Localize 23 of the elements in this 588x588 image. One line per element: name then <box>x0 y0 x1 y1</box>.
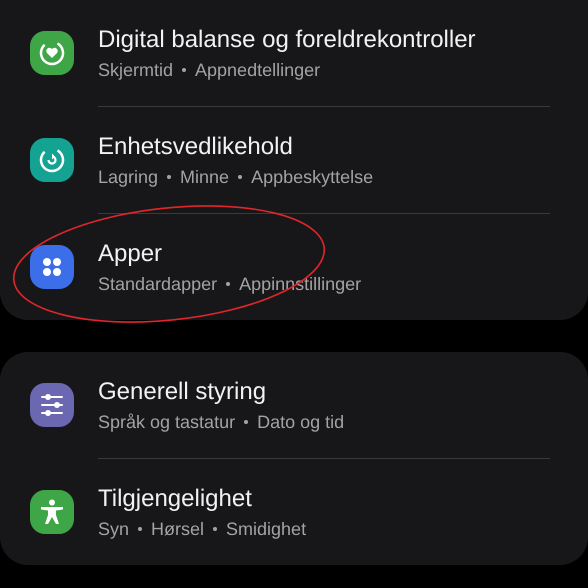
separator-dot <box>182 68 186 72</box>
setting-subtitle: Appnedtellinger <box>195 60 320 80</box>
separator-dot <box>238 175 242 179</box>
setting-title[interactable]: Enhetsvedlikehold <box>98 132 374 160</box>
setting-title[interactable]: Digital balanse og foreldrekontroller <box>98 26 476 54</box>
setting-subtitle: Lagring <box>98 166 158 188</box>
setting-subtitle: Standardapper <box>98 274 218 294</box>
setting-subtitle: Skjermtid <box>98 60 174 80</box>
setting-title[interactable]: Apper <box>98 240 362 268</box>
setting-title[interactable]: Tilgjengelighet <box>98 484 306 512</box>
separator-dot <box>244 420 248 424</box>
setting-subtitle: Dato og tid <box>257 412 344 432</box>
setting-subtitle: Språk og tastatur <box>98 412 236 432</box>
separator-dot <box>167 175 172 179</box>
separator-dot <box>138 527 142 531</box>
setting-title[interactable]: Generell styring <box>98 378 344 406</box>
setting-subtitle: Smidighet <box>226 518 306 540</box>
separator-dot <box>213 527 218 531</box>
setting-subtitle: Appbeskyttelse <box>251 166 374 188</box>
separator-dot <box>226 282 230 286</box>
setting-subtitle: Minne <box>180 166 230 188</box>
setting-subtitle: Hørsel <box>151 518 204 540</box>
setting-subtitle: Syn <box>98 518 130 540</box>
